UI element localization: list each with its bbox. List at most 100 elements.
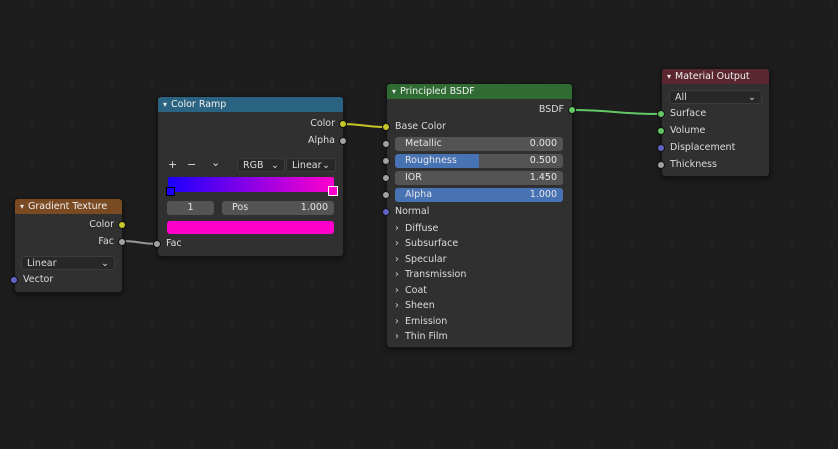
displacement-socket[interactable] xyxy=(657,144,665,152)
panel-thin-film[interactable]: › Thin Film xyxy=(395,329,448,344)
metallic-slider[interactable]: Metallic 0.000 xyxy=(395,137,563,151)
interpolation-select[interactable]: Linear ⌄ xyxy=(286,158,336,172)
chevron-right-icon: › xyxy=(395,269,399,280)
color-ramp-gradient[interactable] xyxy=(168,177,334,192)
gradient-texture-node[interactable]: ▾ Gradient Texture Color Fac Linear ⌄ Ve… xyxy=(14,198,123,293)
principled-bsdf-title: Principled BSDF xyxy=(400,86,475,97)
volume-socket[interactable] xyxy=(657,127,665,135)
color-stop-start[interactable] xyxy=(166,187,175,196)
stop-index-field[interactable]: 1 xyxy=(167,201,214,215)
chevron-right-icon: › xyxy=(395,238,399,249)
color-ramp-header[interactable]: ▾ Color Ramp xyxy=(158,97,343,112)
panel-specular[interactable]: › Specular xyxy=(395,252,447,267)
principled-bsdf-header[interactable]: ▾ Principled BSDF xyxy=(387,84,572,99)
panel-specular-label: Specular xyxy=(405,254,447,265)
input-thickness-label: Thickness xyxy=(670,159,717,170)
color-mode-value: RGB xyxy=(243,160,264,171)
color-ramp-node[interactable]: ▾ Color Ramp Color Alpha + − ⌄ RGB ⌄ Lin… xyxy=(157,96,344,257)
chevron-down-icon: ⌄ xyxy=(271,160,279,171)
ramp-alpha-socket[interactable] xyxy=(339,137,347,145)
output-alpha-label: Alpha xyxy=(307,135,335,146)
panel-sheen[interactable]: › Sheen xyxy=(395,298,435,313)
input-vector-label: Vector xyxy=(23,274,54,285)
output-bsdf-label: BSDF xyxy=(538,104,564,115)
stop-position-field[interactable]: Pos 1.000 xyxy=(222,201,334,215)
thickness-socket[interactable] xyxy=(657,161,665,169)
input-volume-label: Volume xyxy=(670,125,706,136)
panel-thin-film-label: Thin Film xyxy=(405,331,448,342)
chevron-right-icon: › xyxy=(395,316,399,327)
color-stop-end-active[interactable] xyxy=(328,186,338,196)
link-ramp-color-to-base-color xyxy=(341,123,387,128)
chevron-right-icon: › xyxy=(395,254,399,265)
chevron-right-icon: › xyxy=(395,331,399,342)
principled-bsdf-node[interactable]: ▾ Principled BSDF BSDF Base Color Metall… xyxy=(386,83,573,348)
chevron-down-icon[interactable]: ▾ xyxy=(163,100,167,109)
chevron-down-icon[interactable]: ▾ xyxy=(20,202,24,211)
output-color-label: Color xyxy=(310,118,335,129)
gradient-texture-header[interactable]: ▾ Gradient Texture xyxy=(15,199,122,214)
ior-value: 1.450 xyxy=(529,172,557,183)
gradient-vector-socket[interactable] xyxy=(10,276,18,284)
panel-emission[interactable]: › Emission xyxy=(395,314,447,329)
panel-coat[interactable]: › Coat xyxy=(395,283,427,298)
output-color-label: Color xyxy=(89,219,114,230)
panel-subsurface-label: Subsurface xyxy=(405,238,459,249)
material-output-header[interactable]: ▾ Material Output xyxy=(662,69,769,84)
ramp-color-socket[interactable] xyxy=(339,120,347,128)
metallic-socket[interactable] xyxy=(382,140,390,148)
panel-sheen-label: Sheen xyxy=(405,300,435,311)
input-displacement-label: Displacement xyxy=(670,142,736,153)
surface-socket[interactable] xyxy=(657,110,665,118)
base-color-socket[interactable] xyxy=(382,123,390,131)
gradient-type-select[interactable]: Linear ⌄ xyxy=(21,256,115,270)
roughness-slider[interactable]: Roughness 0.500 xyxy=(395,154,563,168)
panel-emission-label: Emission xyxy=(405,316,448,327)
alpha-slider[interactable]: Alpha 1.000 xyxy=(395,188,563,202)
ior-slider[interactable]: IOR 1.450 xyxy=(395,171,563,185)
input-normal-label: Normal xyxy=(395,206,430,217)
chevron-down-icon: ⌄ xyxy=(748,92,756,103)
panel-subsurface[interactable]: › Subsurface xyxy=(395,236,458,251)
panel-coat-label: Coat xyxy=(405,285,427,296)
panel-diffuse-label: Diffuse xyxy=(405,223,439,234)
interpolation-value: Linear xyxy=(292,160,322,171)
ramp-fac-socket[interactable] xyxy=(153,240,161,248)
material-output-node[interactable]: ▾ Material Output All ⌄ Surface Volume D… xyxy=(661,68,770,177)
color-mode-select[interactable]: RGB ⌄ xyxy=(237,158,285,172)
normal-socket[interactable] xyxy=(382,208,390,216)
input-base-color-label: Base Color xyxy=(395,121,446,132)
metallic-label: Metallic xyxy=(405,138,442,149)
link-gradient-fac-to-ramp-fac xyxy=(120,240,158,245)
remove-stop-button[interactable]: − xyxy=(187,158,196,172)
material-output-title: Material Output xyxy=(675,71,750,82)
gradient-fac-socket[interactable] xyxy=(118,238,126,246)
alpha-value: 1.000 xyxy=(529,189,557,200)
alpha-label: Alpha xyxy=(405,189,433,200)
output-fac-label: Fac xyxy=(98,236,114,247)
roughness-value: 0.500 xyxy=(529,155,557,166)
alpha-socket[interactable] xyxy=(382,191,390,199)
bsdf-output-socket[interactable] xyxy=(568,106,576,114)
panel-diffuse[interactable]: › Diffuse xyxy=(395,221,438,236)
chevron-right-icon: › xyxy=(395,285,399,296)
output-target-select[interactable]: All ⌄ xyxy=(669,90,762,104)
chevron-right-icon: › xyxy=(395,223,399,234)
gradient-type-value: Linear xyxy=(27,258,57,269)
chevron-down-icon: ⌄ xyxy=(322,160,330,171)
stop-color-swatch[interactable] xyxy=(167,221,334,234)
metallic-value: 0.000 xyxy=(529,138,557,149)
roughness-socket[interactable] xyxy=(382,157,390,165)
panel-transmission[interactable]: › Transmission xyxy=(395,267,466,282)
input-surface-label: Surface xyxy=(670,108,707,119)
ramp-menu-button[interactable]: ⌄ xyxy=(211,156,220,170)
gradient-color-socket[interactable] xyxy=(118,221,126,229)
color-ramp-title: Color Ramp xyxy=(171,99,227,110)
chevron-down-icon[interactable]: ▾ xyxy=(667,72,671,81)
roughness-label: Roughness xyxy=(405,155,457,166)
add-stop-button[interactable]: + xyxy=(168,158,177,172)
input-fac-label: Fac xyxy=(166,238,182,249)
pos-value: 1.000 xyxy=(300,202,328,213)
ior-socket[interactable] xyxy=(382,174,390,182)
chevron-down-icon[interactable]: ▾ xyxy=(392,87,396,96)
